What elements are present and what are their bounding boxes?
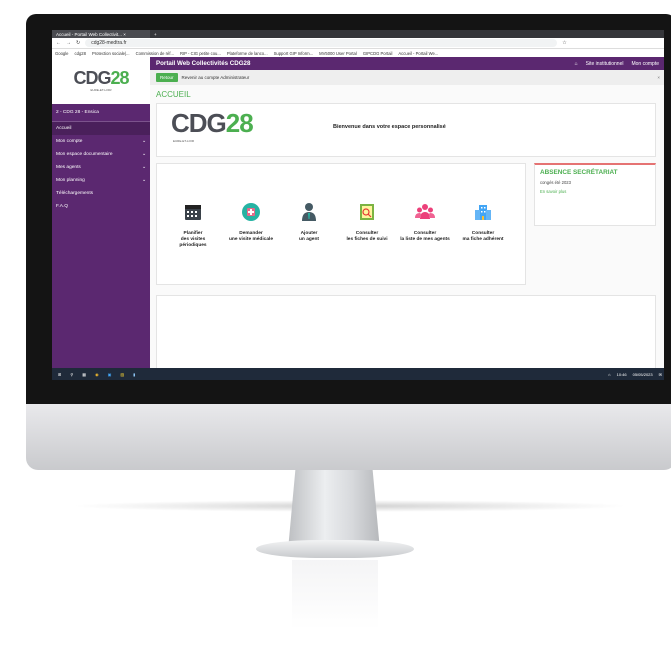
action-ajouter-agent[interactable]: Ajouter un agent [281, 202, 337, 243]
browser-tabbar: Accueil - Portail Web Collectivit... × + [52, 30, 664, 38]
top-navbar: Portail Web Collectivités CDG28 ⌂ Site i… [150, 57, 664, 70]
welcome-card: CDG28 EURE-ET-LOIR Bienvenue dans votre … [156, 103, 656, 157]
star-icon[interactable]: ☆ [562, 40, 566, 46]
absence-panel: ABSENCE SECRÉTARIAT congés été 2023 En s… [534, 163, 656, 226]
chevron-down-icon: ⌄ [141, 139, 146, 144]
sidebar-item-label: Mon compte [56, 139, 83, 144]
cdg-logo: CDG28 [171, 108, 254, 138]
system-tray: ⌂ 10:46 05/05/2023 ✉ [608, 372, 662, 377]
sidebar-item-label: Mes agents [56, 165, 81, 170]
main-content: ACCUEIL CDG28 EURE-ET-LOIR Bienvenue dan… [150, 85, 664, 377]
sidebar-logo[interactable]: CDG28 EURE-ET-LOIR [52, 57, 150, 104]
sidebar-item-espace-documentaire[interactable]: Mon espace documentaire ⌄ [52, 148, 150, 161]
admin-notice: Retour Revenir au compte Administrateur … [150, 70, 664, 85]
monitor-base [256, 540, 414, 558]
reload-icon[interactable]: ↻ [76, 40, 80, 46]
search-icon[interactable]: ⚲ [70, 372, 73, 377]
action-fiches-suivi[interactable]: Consulter les fiches de suivi [339, 202, 395, 243]
monitor-chin [26, 404, 671, 470]
monitor-stand [288, 470, 380, 550]
new-tab-button[interactable]: + [154, 32, 157, 37]
forward-icon[interactable]: → [66, 40, 71, 46]
browser-toolbar: ← → ↻ cdg28-medtra.fr ☆ [52, 38, 664, 49]
chrome-icon[interactable]: ◉ [95, 372, 99, 377]
tab-title: Accueil - Portail Web Collectivit... × [56, 31, 126, 37]
page-title: ACCUEIL [156, 90, 191, 99]
action-demander-visite[interactable]: Demander une visite médicale [223, 202, 279, 243]
bookmark-item[interactable]: Plateforme de lanco... [227, 51, 268, 56]
chevron-down-icon: ⌄ [141, 152, 146, 157]
sidebar-item-label: Mon espace documentaire [56, 152, 113, 157]
sidebar-item-mes-agents[interactable]: Mes agents ⌄ [52, 161, 150, 174]
agents-list-icon [415, 204, 435, 219]
sidebar: CDG28 EURE-ET-LOIR 2 - CDG 28 - Ensica A… [52, 57, 150, 368]
address-bar[interactable]: cdg28-medtra.fr [85, 39, 558, 47]
bookmark-item[interactable]: Google [55, 51, 69, 56]
bookmark-item[interactable]: Support GIP Inform... [274, 51, 314, 56]
close-icon[interactable]: × [657, 75, 660, 80]
notice-text: Revenir au compte Administrateur [181, 75, 250, 80]
medical-calendar-icon [242, 203, 260, 221]
bookmark-item[interactable]: cdg28 [75, 51, 86, 56]
home-icon[interactable]: ⌂ [575, 61, 578, 67]
sidebar-item-accueil[interactable]: Accueil [52, 122, 150, 135]
bookmark-item[interactable]: MV5000 User Portal [319, 51, 357, 56]
actions-card: Planifier des visites périodiques Demander… [156, 163, 526, 285]
absence-title: ABSENCE SECRÉTARIAT [540, 169, 618, 176]
browser-tab[interactable]: Accueil - Portail Web Collectivit... × [52, 30, 150, 38]
site-institutionnel-link[interactable]: Site institutionnel [586, 61, 624, 67]
sidebar-user: 2 - CDG 28 - Ensica [52, 104, 150, 122]
en-savoir-plus-link[interactable]: En savoir plus [535, 186, 655, 197]
windows-start-icon[interactable]: ⊞ [58, 372, 61, 377]
action-liste-agents[interactable]: Consulter la liste de mes agents [397, 202, 453, 243]
sidebar-item-label: Téléchargements [56, 191, 94, 196]
bottom-card [156, 295, 656, 377]
sidebar-item-label: Accueil [56, 126, 72, 131]
taskbar: ⊞ ⚲ ▦ ◉ ▣ ▨ ▮ ⌂ 10:46 05/05/2023 ✉ [52, 368, 664, 380]
logo-subtitle: EURE-ET-LOIR [90, 88, 112, 92]
welcome-text: Bienvenue dans votre espace personnalisé [333, 124, 446, 130]
sidebar-item-telechargements[interactable]: Téléchargements [52, 187, 150, 200]
cdg-logo: CDG28 [73, 68, 129, 88]
bookmark-item[interactable]: Protection sociale|... [92, 51, 130, 56]
member-sheet-icon [475, 205, 491, 220]
notification-icon[interactable]: ✉ [659, 372, 662, 377]
absence-text: congés été 2023 [540, 180, 571, 185]
action-planifier[interactable]: Planifier des visites périodiques [165, 202, 221, 249]
chevron-down-icon: ⌄ [141, 165, 146, 170]
logo-subtitle: EURE-ET-LOIR [173, 139, 195, 143]
file-explorer-icon[interactable]: ▨ [120, 372, 124, 377]
bookmark-item[interactable]: Accueil - Portail We... [398, 51, 438, 56]
clock-time[interactable]: 10:46 [617, 372, 627, 377]
sidebar-item-label: Mon planning [56, 178, 85, 183]
app-brand[interactable]: Portail Web Collectivités CDG28 [150, 60, 250, 67]
bookmark-item[interactable]: GIPCDG Portail [363, 51, 393, 56]
network-icon[interactable]: ⌂ [608, 372, 610, 377]
bookmark-item[interactable]: Commission de réf... [136, 51, 174, 56]
retour-button[interactable]: Retour [156, 73, 178, 82]
app: CDG28 EURE-ET-LOIR 2 - CDG 28 - Ensica A… [52, 57, 664, 377]
sidebar-item-mon-planning[interactable]: Mon planning ⌄ [52, 174, 150, 187]
action-fiche-adherent[interactable]: Consulter ma fiche adhérent [455, 202, 511, 243]
mon-compte-link[interactable]: Mon compte [631, 61, 659, 67]
screen: Accueil - Portail Web Collectivit... × +… [52, 30, 664, 380]
clock-date[interactable]: 05/05/2023 [633, 372, 653, 377]
chevron-down-icon: ⌄ [141, 178, 146, 183]
bookmark-item[interactable]: RIP - CIG petite cou... [180, 51, 221, 56]
stand-reflection [292, 560, 378, 630]
sidebar-item-mon-compte[interactable]: Mon compte ⌄ [52, 135, 150, 148]
sidebar-item-label: F.A.Q [56, 204, 68, 209]
app-icon[interactable]: ▮ [133, 372, 135, 377]
calendar-icon [185, 205, 201, 220]
task-view-icon[interactable]: ▦ [82, 372, 86, 377]
followup-sheet-icon [360, 204, 374, 220]
outlook-icon[interactable]: ▣ [108, 372, 112, 377]
add-agent-icon [302, 203, 316, 221]
back-icon[interactable]: ← [56, 40, 61, 46]
sidebar-item-faq[interactable]: F.A.Q [52, 200, 150, 213]
